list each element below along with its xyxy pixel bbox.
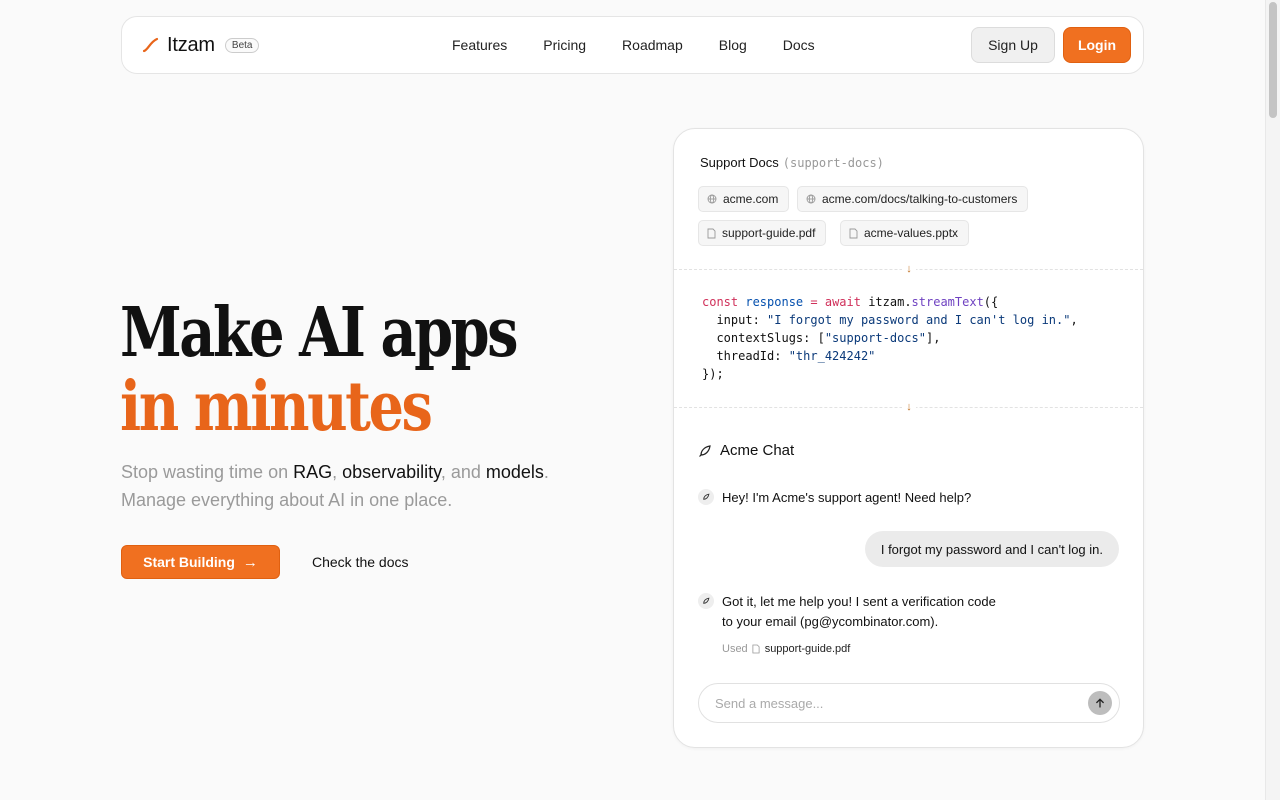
page-scrollbar[interactable] <box>1265 0 1280 800</box>
context-slug: (support-docs) <box>782 156 884 170</box>
used-file[interactable]: support-guide.pdf <box>752 643 851 655</box>
nav-link-pricing[interactable]: Pricing <box>543 37 586 53</box>
hero-title-line2: in minutes <box>120 367 433 447</box>
hero-sub-line2: Manage everything about AI in one place. <box>121 490 453 510</box>
used-sources: Used support-guide.pdf <box>722 643 850 655</box>
top-navbar: Itzam Beta Features Pricing Roadmap Blog… <box>121 16 1144 74</box>
scrollbar-thumb[interactable] <box>1269 2 1277 118</box>
arrow-right-icon: → <box>242 553 258 571</box>
hero-title: Make AI apps in minutes <box>120 296 603 444</box>
source-label: support-guide.pdf <box>722 226 816 240</box>
user-message: I forgot my password and I can't log in. <box>864 531 1119 567</box>
hero-sub-text: Stop wasting time on <box>121 462 294 482</box>
bot-message: Got it, let me help you! I sent a verifi… <box>698 592 1042 632</box>
rocket-icon <box>698 444 712 458</box>
file-icon <box>707 228 716 239</box>
nav-link-features[interactable]: Features <box>452 37 507 53</box>
chat-title-label: Acme Chat <box>720 442 795 459</box>
globe-icon <box>806 194 816 204</box>
message-input[interactable]: Send a message... <box>698 683 1120 723</box>
login-button[interactable]: Login <box>1063 27 1131 63</box>
source-label: acme.com/docs/talking-to-customers <box>822 192 1018 206</box>
beta-badge: Beta <box>224 37 260 53</box>
hero-sub-comma: , <box>332 462 343 482</box>
bot-avatar-icon <box>698 489 714 505</box>
brand[interactable]: Itzam Beta <box>142 17 260 73</box>
logo-icon <box>142 37 159 53</box>
demo-card: Support Docs (support-docs) acme.com acme… <box>673 128 1144 748</box>
bot-message-text: Got it, let me help you! I sent a verifi… <box>722 592 1042 632</box>
check-docs-button[interactable]: Check the docs <box>300 545 421 579</box>
code-snippet: const response = await itzam.streamText(… <box>702 295 1078 381</box>
hero-sub-observability: observability <box>342 462 441 482</box>
hero-title-line1: Make AI apps <box>120 293 519 373</box>
globe-icon <box>707 194 717 204</box>
bot-avatar-icon <box>698 593 714 609</box>
message-input-placeholder: Send a message... <box>715 695 824 711</box>
nav-link-roadmap[interactable]: Roadmap <box>622 37 683 53</box>
send-button[interactable] <box>1088 691 1112 715</box>
hero-sub-models: models <box>485 462 544 482</box>
nav-link-docs[interactable]: Docs <box>783 37 815 53</box>
hero-sub-period: . <box>543 462 549 482</box>
brand-name: Itzam <box>167 33 215 56</box>
used-label: Used <box>722 643 748 655</box>
arrow-down-icon: ↓ <box>902 262 916 276</box>
source-label: acme-values.pptx <box>864 226 959 240</box>
context-title: Support Docs (support-docs) <box>700 155 884 170</box>
hero-subtitle: Stop wasting time on RAG, observability,… <box>121 458 581 514</box>
source-chip[interactable]: acme-values.pptx <box>840 220 970 246</box>
source-chip[interactable]: acme.com/docs/talking-to-customers <box>797 186 1029 212</box>
context-name: Support Docs <box>700 155 779 170</box>
source-label: acme.com <box>723 192 779 206</box>
bot-message-line: Got it, let me help you! I sent a verifi… <box>722 594 996 609</box>
file-icon <box>849 228 858 239</box>
nav-link-blog[interactable]: Blog <box>719 37 747 53</box>
source-chip[interactable]: acme.com <box>698 186 790 212</box>
hero-sub-and: , and <box>440 462 486 482</box>
start-building-label: Start Building <box>143 554 235 570</box>
bot-message-line: to your email (pg@ycombinator.com). <box>722 614 939 629</box>
hero-sub-rag: RAG <box>293 462 333 482</box>
file-icon <box>752 644 760 654</box>
used-file-name: support-guide.pdf <box>764 643 851 655</box>
start-building-button[interactable]: Start Building → <box>121 545 280 579</box>
source-chip[interactable]: support-guide.pdf <box>698 220 827 246</box>
chat-title: Acme Chat <box>698 442 794 459</box>
bot-message: Hey! I'm Acme's support agent! Need help… <box>698 488 1042 508</box>
bot-message-text: Hey! I'm Acme's support agent! Need help… <box>722 490 972 505</box>
signup-button[interactable]: Sign Up <box>971 27 1055 63</box>
arrow-up-icon <box>1096 698 1104 708</box>
nav-links: Features Pricing Roadmap Blog Docs <box>452 17 851 73</box>
arrow-down-icon: ↓ <box>902 400 916 414</box>
